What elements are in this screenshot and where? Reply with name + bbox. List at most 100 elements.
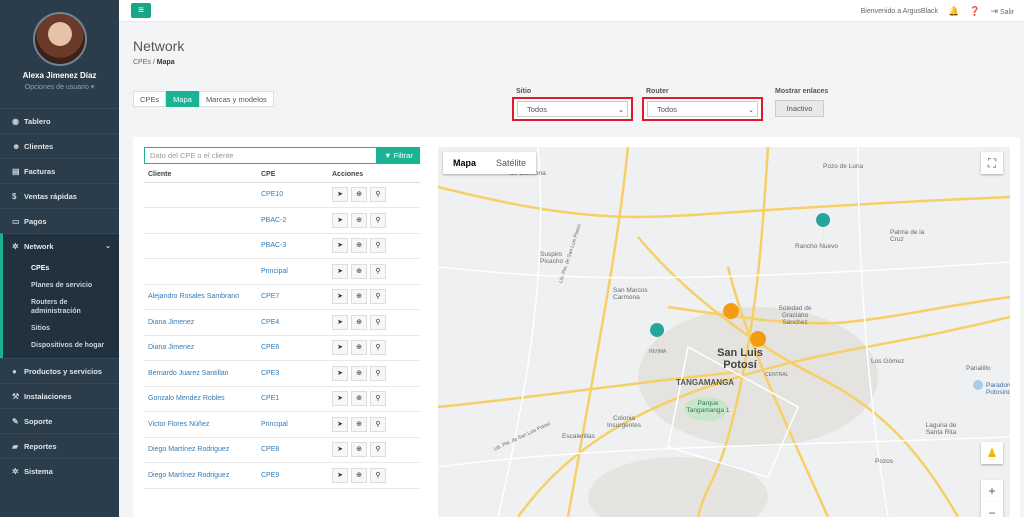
subnav-item-sitios[interactable]: Sitios — [3, 320, 119, 337]
locate-button[interactable]: ➤ — [332, 416, 348, 432]
subnav-item-routers[interactable]: Routers de administración — [3, 294, 119, 320]
bell-icon[interactable]: 🔔 — [948, 6, 959, 17]
map-view[interactable]: Pozo de Luna de Carmona Rancho Nuevo Pal… — [438, 147, 1010, 517]
locate-button[interactable]: ➤ — [332, 442, 348, 458]
cell-cliente[interactable] — [144, 182, 257, 208]
locate-button[interactable]: ➤ — [332, 340, 348, 356]
links-toggle[interactable]: Inactivo — [775, 100, 824, 117]
cell-cliente[interactable] — [144, 207, 257, 234]
cell-cliente[interactable]: Diana Jimenez — [144, 335, 257, 361]
search-button[interactable]: ⚲ — [370, 238, 386, 254]
avatar[interactable] — [32, 12, 87, 66]
cell-cliente[interactable]: Victor Flores Núñez — [144, 411, 257, 438]
search-button[interactable]: ⚲ — [370, 365, 386, 381]
locate-button[interactable]: ➤ — [332, 212, 348, 228]
menu-toggle-button[interactable]: ≡ — [131, 3, 151, 18]
zoom-plus-button[interactable]: ⊕ — [351, 442, 367, 458]
nav-item-network[interactable]: ✲ Network ⌄ — [0, 233, 119, 258]
zoom-plus-button[interactable]: ⊕ — [351, 212, 367, 228]
zoom-plus-button[interactable]: ⊕ — [351, 391, 367, 407]
search-input[interactable]: Dato del CPE o el cliente — [144, 147, 377, 164]
nav-item-sistema[interactable]: ✲ Sistema — [0, 458, 119, 483]
subnav-item-cpes[interactable]: CPEs — [3, 260, 119, 277]
nav-item-reportes[interactable]: ▰ Reportes — [0, 433, 119, 458]
cell-cpe[interactable]: CPE8 — [257, 437, 328, 463]
locate-button[interactable]: ➤ — [332, 391, 348, 407]
subnav-item-planes[interactable]: Planes de servicio — [3, 277, 119, 294]
nav-item-facturas[interactable]: ▤ Facturas — [0, 158, 119, 183]
cell-cpe[interactable]: CPE7 — [257, 284, 328, 310]
cell-cpe[interactable]: CPE1 — [257, 386, 328, 412]
logout-link[interactable]: ⇥ Salir — [990, 6, 1014, 17]
zoom-out-button[interactable]: − — [981, 502, 1003, 517]
locate-button[interactable]: ➤ — [332, 467, 348, 483]
search-button[interactable]: ⚲ — [370, 442, 386, 458]
fullscreen-button[interactable]: ⛶ — [981, 152, 1003, 174]
tab-cpes[interactable]: CPEs — [133, 91, 167, 107]
cell-cpe[interactable]: Principal — [257, 258, 328, 285]
sitio-select[interactable]: Todos ⌄ — [512, 97, 633, 121]
cell-cliente[interactable] — [144, 258, 257, 285]
filter-button[interactable]: ▼ Filtrar — [377, 147, 420, 164]
search-button[interactable]: ⚲ — [370, 187, 386, 203]
locate-button[interactable]: ➤ — [332, 314, 348, 330]
map-type-mapa[interactable]: Mapa — [443, 152, 486, 174]
tab-mapa[interactable]: Mapa — [166, 91, 199, 107]
search-button[interactable]: ⚲ — [370, 289, 386, 305]
zoom-plus-button[interactable]: ⊕ — [351, 467, 367, 483]
subnav-item-dispositivos[interactable]: Dispositivos de hogar — [3, 337, 119, 354]
zoom-plus-button[interactable]: ⊕ — [351, 416, 367, 432]
nav-item-soporte[interactable]: ✎ Soporte — [0, 408, 119, 433]
zoom-plus-button[interactable]: ⊕ — [351, 263, 367, 279]
router-select[interactable]: Todos ⌄ — [642, 97, 763, 121]
locate-button[interactable]: ➤ — [332, 263, 348, 279]
cell-cliente[interactable]: Diana Jimenez — [144, 309, 257, 336]
cell-cpe[interactable]: CPE9 — [257, 462, 328, 489]
search-button[interactable]: ⚲ — [370, 416, 386, 432]
search-button[interactable]: ⚲ — [370, 314, 386, 330]
table-row: PBAC-2 ➤ ⊕ ⚲ — [144, 207, 420, 234]
locate-button[interactable]: ➤ — [332, 187, 348, 203]
zoom-plus-button[interactable]: ⊕ — [351, 187, 367, 203]
user-options-menu[interactable]: Opciones de usuario ▾ — [25, 83, 95, 91]
zoom-plus-button[interactable]: ⊕ — [351, 314, 367, 330]
cell-cliente[interactable]: Alejandro Rosales Sambrano — [144, 284, 257, 310]
zoom-plus-button[interactable]: ⊕ — [351, 289, 367, 305]
cell-cpe[interactable]: Principal — [257, 411, 328, 438]
cell-cpe[interactable]: PBAC-3 — [257, 233, 328, 259]
help-icon[interactable]: ❓ — [969, 6, 980, 17]
cell-cliente[interactable]: Gonzalo Mendez Robles — [144, 386, 257, 412]
zoom-plus-button[interactable]: ⊕ — [351, 340, 367, 356]
cell-cliente[interactable]: Bernardo Juarez Santillan — [144, 360, 257, 387]
cell-cpe[interactable]: CPE3 — [257, 360, 328, 387]
cell-cpe[interactable]: CPE4 — [257, 309, 328, 336]
street-view-button[interactable]: ♟ — [981, 442, 1003, 464]
cell-cpe[interactable]: PBAC-2 — [257, 207, 328, 234]
tab-marcas-modelos[interactable]: Marcas y modelos — [198, 91, 274, 107]
zoom-plus-button[interactable]: ⊕ — [351, 365, 367, 381]
nav-item-clientes[interactable]: ☻ Clientes — [0, 133, 119, 158]
search-button[interactable]: ⚲ — [370, 391, 386, 407]
nav-item-ventas-rapidas[interactable]: $ Ventas rápidas — [0, 183, 119, 208]
cell-cpe[interactable]: CPE10 — [257, 182, 328, 208]
cell-cpe[interactable]: CPE6 — [257, 335, 328, 361]
locate-button[interactable]: ➤ — [332, 289, 348, 305]
breadcrumb-parent[interactable]: CPEs — [133, 59, 151, 66]
search-button[interactable]: ⚲ — [370, 212, 386, 228]
search-button[interactable]: ⚲ — [370, 340, 386, 356]
nav-item-instalaciones[interactable]: ⚒ Instalaciones — [0, 383, 119, 408]
map-type-satelite[interactable]: Satélite — [486, 152, 536, 174]
cell-cliente[interactable]: Diego Martínez Rodriguez — [144, 437, 257, 463]
nav-item-productos[interactable]: ● Productos y servicios — [0, 358, 119, 383]
zoom-plus-button[interactable]: ⊕ — [351, 238, 367, 254]
cell-cliente[interactable] — [144, 233, 257, 259]
nav-item-pagos[interactable]: ▭ Pagos — [0, 208, 119, 233]
search-button[interactable]: ⚲ — [370, 467, 386, 483]
nav-item-tablero[interactable]: ◉ Tablero — [0, 108, 119, 133]
zoom-in-button[interactable]: + — [981, 480, 1003, 502]
nav-item-label: Sistema — [24, 466, 53, 476]
cell-cliente[interactable]: Diego Martínez Rodriguez — [144, 462, 257, 489]
locate-button[interactable]: ➤ — [332, 365, 348, 381]
locate-button[interactable]: ➤ — [332, 238, 348, 254]
search-button[interactable]: ⚲ — [370, 263, 386, 279]
